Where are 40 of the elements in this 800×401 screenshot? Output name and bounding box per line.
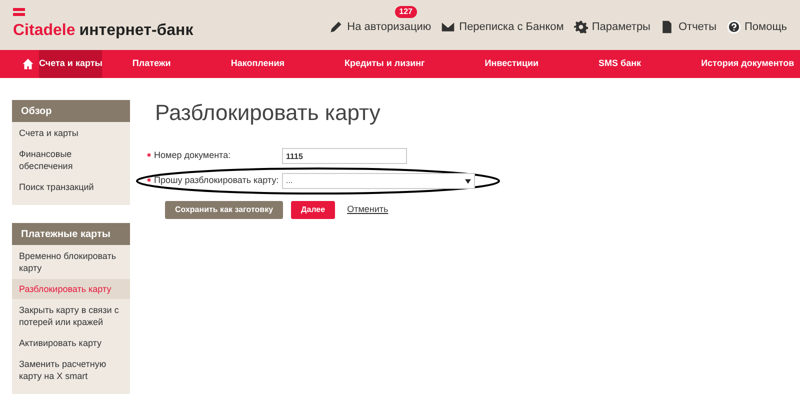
caret-icon <box>465 178 471 184</box>
next-button[interactable]: Далее <box>291 201 336 219</box>
save-draft-button[interactable]: Сохранить как заготовку <box>165 201 284 219</box>
notification-badge: 127 <box>395 6 417 18</box>
card-select[interactable]: ... <box>282 173 475 189</box>
required-asterisk-icon <box>147 152 151 156</box>
sidebar-item[interactable]: Закрыть карту в связи с потерей или кражей <box>12 300 130 332</box>
sidebar-item[interactable]: Финансовые обеспечения <box>12 144 130 176</box>
sidebar-heading: Платежные карты <box>12 223 130 245</box>
required-asterisk-icon <box>147 178 151 182</box>
cancel-link[interactable]: Отменить <box>347 203 388 217</box>
nav-tab[interactable]: История документов <box>677 50 800 78</box>
nav-tab[interactable]: Кредиты и лизинг <box>320 50 449 78</box>
settings-icon <box>574 20 588 34</box>
nav-tab[interactable]: Инвестиции <box>460 50 563 78</box>
field-label: Номер документа: <box>154 149 231 162</box>
header-link[interactable]: Отчеты <box>660 18 716 36</box>
nav-tab[interactable]: Платежи <box>108 50 195 78</box>
sidebar-item[interactable]: Временно блокировать карту <box>12 246 130 278</box>
pencil-icon <box>329 20 344 34</box>
nav-tab[interactable]: Счета и карты <box>39 50 102 78</box>
sidebar-item[interactable]: Активировать карту <box>12 333 130 353</box>
sidebar-item[interactable]: Счета и карты <box>12 123 130 143</box>
sidebar-item[interactable]: Заменить расчетную карту на X smart <box>12 354 130 386</box>
sidebar-heading: Обзор <box>12 100 130 122</box>
page-title: Разблокировать карту <box>155 100 382 126</box>
document-icon <box>660 20 674 34</box>
nav-tab[interactable]: SMS банк <box>574 50 666 78</box>
header-link[interactable]: Параметры <box>574 18 650 36</box>
help-icon <box>726 20 740 34</box>
nav-tab[interactable]: Накопления <box>206 50 308 78</box>
header-link[interactable]: Переписка с Банком <box>441 18 564 36</box>
document-number-field[interactable]: 1115 <box>282 148 407 164</box>
header-link[interactable]: Помощь <box>726 18 787 36</box>
envelope-icon <box>441 20 456 34</box>
logo-product: интернет-банк <box>79 20 194 40</box>
field-label: Прошу разблокировать карту: <box>154 174 279 188</box>
logo-mark-icon <box>13 8 25 16</box>
sidebar-item[interactable]: Поиск транзакций <box>12 177 130 197</box>
logo-brand: Citadele <box>13 20 76 40</box>
